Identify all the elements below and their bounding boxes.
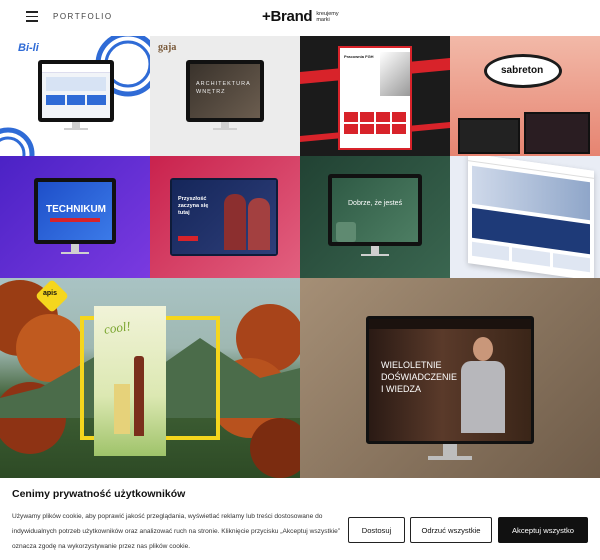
site-mockup — [468, 156, 594, 278]
reject-all-button[interactable]: Odrzuć wszystkie — [410, 517, 492, 543]
portfolio-tile-blue-site[interactable] — [450, 156, 600, 278]
cookie-banner: Cenimy prywatność użytkowników Używamy p… — [0, 478, 600, 560]
monitor: Przyszłość zaczyna się tutaj — [170, 178, 278, 256]
top-header: PORTFOLIO +Brand kreujemy marki — [0, 0, 600, 36]
brand-logo[interactable]: +Brand kreujemy marki — [262, 8, 346, 25]
screen-headline: ARCHITEKTURA WNĘTRZ — [196, 81, 251, 95]
portrait-person — [461, 337, 505, 433]
portfolio-tile-technikum[interactable]: TECHNIKUM — [0, 156, 150, 278]
monitor: ARCHITEKTURA WNĘTRZ — [186, 60, 264, 122]
screen-headline: Pracownia FGH — [344, 54, 374, 59]
portfolio-tile-dobrze[interactable]: Dobrze, że jesteś — [300, 156, 450, 278]
nav-label[interactable]: PORTFOLIO — [53, 12, 113, 21]
brand-logo-tagline: kreujemy marki — [316, 10, 339, 23]
customize-button[interactable]: Dostosuj — [348, 517, 405, 543]
monitor: TECHNIKUM — [34, 178, 116, 244]
brand-logo-text: +Brand — [262, 8, 313, 25]
hamburger-menu-icon[interactable] — [26, 11, 38, 23]
laptop-mockup — [458, 118, 520, 154]
brand-emblem: sabreton — [484, 54, 562, 88]
cookie-title: Cenimy prywatność użytkowników — [12, 488, 186, 500]
portfolio-tile-bisli[interactable]: Bi-li — [0, 36, 150, 156]
screen-headline: Przyszłość zaczyna się tutaj — [178, 196, 209, 216]
phone-mockup: Pracownia FGH — [338, 46, 412, 150]
portfolio-tile-experience[interactable]: WIELOLETNIE DOŚWIADCZENIE I WIEDZA — [300, 278, 600, 478]
monitor: Dobrze, że jesteś — [328, 174, 422, 246]
portfolio-tile-apis[interactable]: apis cool! — [0, 278, 300, 478]
tile-logo-text: apis — [43, 290, 58, 297]
portfolio-tile-gaja[interactable]: gaja ARCHITEKTURA WNĘTRZ — [150, 36, 300, 156]
tile-logo-text: sabreton — [501, 65, 544, 76]
tile-logo-text: gaja — [158, 42, 177, 53]
screen-headline: TECHNIKUM — [46, 204, 106, 215]
cookie-text: Używamy plików cookie, aby poprawić jako… — [12, 513, 340, 550]
poster-card: cool! — [94, 306, 166, 456]
tile-logo-text: Bi-li — [18, 42, 39, 54]
monitor — [38, 60, 114, 122]
screen-headline: WIELOLETNIE DOŚWIADCZENIE I WIEDZA — [381, 360, 458, 394]
monitor: WIELOLETNIE DOŚWIADCZENIE I WIEDZA — [366, 316, 534, 444]
portfolio-tile-red-website[interactable]: Pracownia FGH — [300, 36, 450, 156]
accept-all-button[interactable]: Akceptuj wszystko — [498, 517, 588, 543]
poster-label: cool! — [103, 318, 132, 337]
screen-headline: Dobrze, że jesteś — [348, 200, 403, 207]
portfolio-tile-graduates[interactable]: Przyszłość zaczyna się tutaj — [150, 156, 300, 278]
portfolio-tile-sabreton[interactable]: sabreton — [450, 36, 600, 156]
